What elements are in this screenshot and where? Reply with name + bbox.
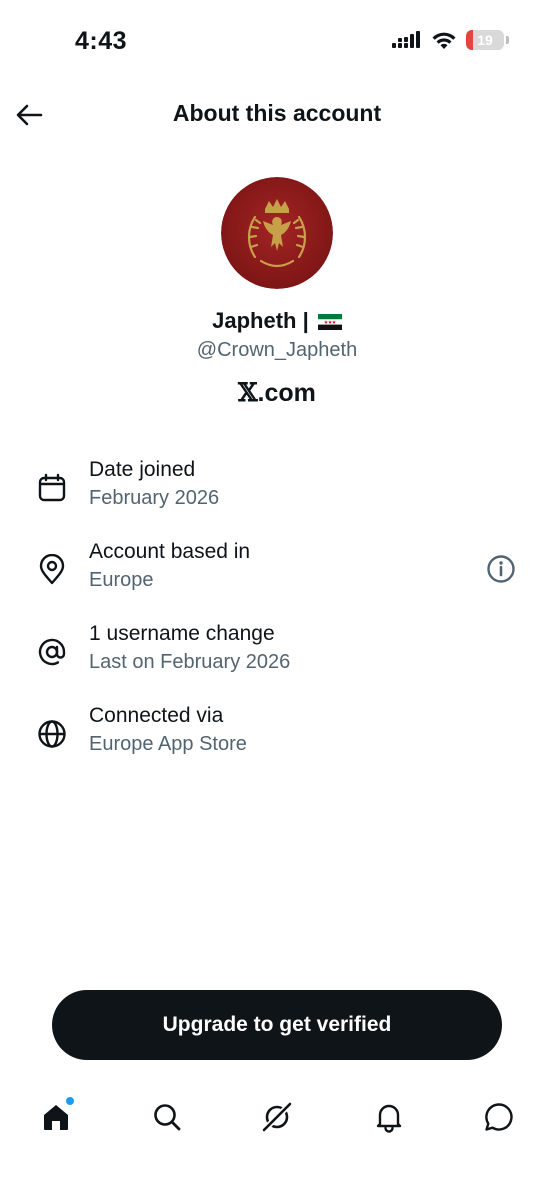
detail-row-connected-via: Connected via Europe App Store [0, 704, 554, 768]
at-sign-icon [38, 638, 66, 666]
bell-icon [376, 1104, 402, 1133]
detail-value: Europe App Store [89, 733, 247, 755]
detail-row-date-joined: Date joined February 2026 [0, 458, 554, 522]
site-suffix: .com [257, 379, 316, 407]
battery-fill [466, 30, 474, 50]
globe-icon [38, 720, 66, 748]
bottom-nav [0, 1085, 554, 1149]
detail-row-account-based-in: Account based in Europe [0, 540, 554, 604]
info-icon[interactable] [486, 554, 516, 584]
detail-value: Europe [89, 569, 154, 591]
upgrade-verified-button[interactable]: Upgrade to get verified [52, 990, 502, 1060]
nav-search[interactable] [149, 1099, 185, 1135]
status-bar: 4:43 19 [0, 0, 554, 80]
notification-dot [66, 1097, 74, 1105]
header: About this account [0, 90, 554, 140]
site-label: 𝕏.com [0, 378, 554, 408]
battery-cap [506, 36, 509, 44]
page-title: About this account [172, 100, 382, 126]
search-icon [154, 1104, 181, 1131]
grok-icon [260, 1100, 294, 1134]
avatar[interactable] [221, 177, 333, 289]
detail-row-username-change: 1 username change Last on February 2026 [0, 622, 554, 686]
home-icon [44, 1105, 68, 1130]
x-logo-glyph: 𝕏 [238, 378, 258, 407]
wifi-icon [432, 32, 456, 49]
nav-notifications[interactable] [371, 1099, 407, 1135]
detail-title: Date joined [89, 458, 196, 481]
display-name: Japheth | [0, 308, 554, 334]
detail-value: February 2026 [89, 487, 220, 509]
crest-emblem-icon [221, 177, 333, 289]
chat-icon [485, 1103, 513, 1131]
status-time: 4:43 [75, 27, 128, 55]
display-name-text: Japheth | [212, 308, 309, 333]
location-pin-icon [39, 554, 65, 585]
cellular-signal-icon [392, 31, 420, 48]
user-handle: @Crown_Japheth [196, 339, 358, 361]
battery-indicator: 19 [466, 30, 504, 50]
detail-title: 1 username change [89, 622, 275, 645]
detail-value: Last on February 2026 [89, 651, 291, 673]
nav-home[interactable] [38, 1097, 74, 1135]
status-icons: 19 [392, 30, 509, 50]
detail-title: Connected via [89, 704, 224, 727]
calendar-icon [38, 473, 66, 502]
syria-flag-icon [317, 314, 342, 330]
nav-grok[interactable] [259, 1099, 295, 1135]
detail-title: Account based in [89, 540, 251, 563]
nav-messages[interactable] [481, 1099, 517, 1135]
battery-level: 19 [477, 32, 493, 48]
